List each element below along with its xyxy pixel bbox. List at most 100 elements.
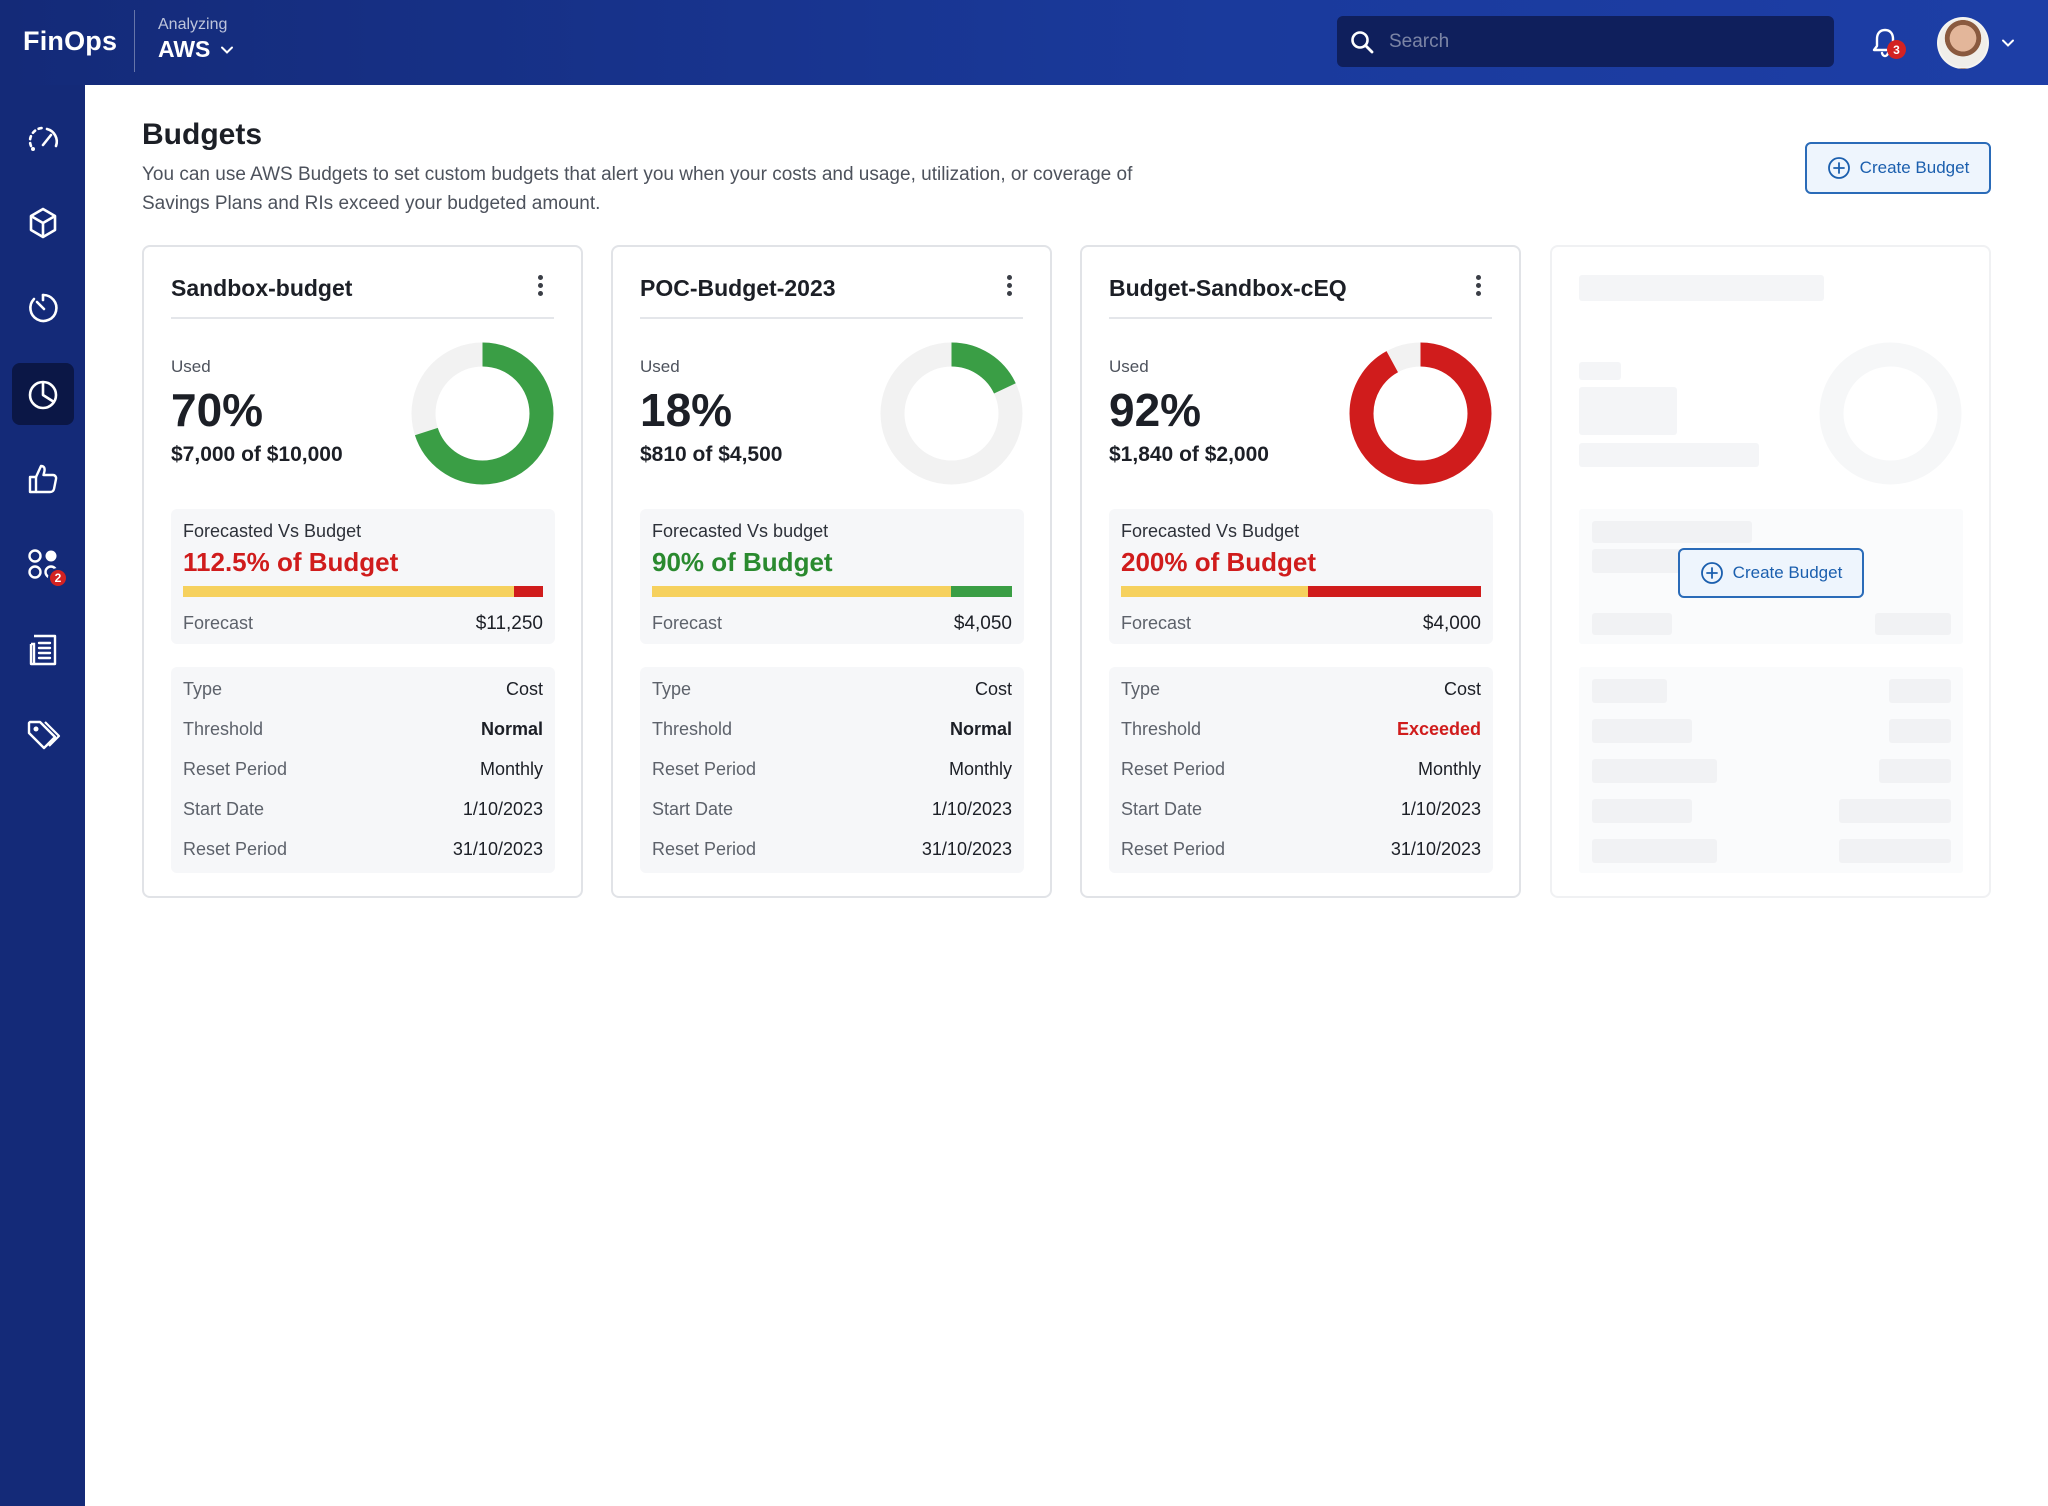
detail-value: Monthly xyxy=(948,759,1012,779)
placeholder-create-budget-label: Create Budget xyxy=(1732,563,1843,582)
forecast-bar-budget xyxy=(183,586,515,597)
search-box[interactable] xyxy=(1337,16,1834,67)
plus-circle-icon xyxy=(1827,157,1850,179)
kebab-menu-icon[interactable] xyxy=(1474,275,1482,301)
detail-value: Exceeded xyxy=(1396,719,1481,739)
forecast-panel: Forecasted Vs budget 90% of Budget Forec… xyxy=(640,509,1024,644)
detail-key: Type xyxy=(652,679,692,699)
detail-key: Reset Period xyxy=(652,839,757,859)
page-description: You can use AWS Budgets to set custom bu… xyxy=(142,164,1133,214)
detail-value: Normal xyxy=(480,719,543,739)
app-logo[interactable]: FinOps xyxy=(23,26,117,57)
budget-details: Type Cost Threshold Normal Reset Period … xyxy=(171,667,555,873)
forecast-bar xyxy=(183,586,543,597)
detail-value: 1/10/2023 xyxy=(1400,799,1481,819)
report-icon xyxy=(29,634,57,666)
detail-value: 31/10/2023 xyxy=(452,839,543,859)
forecast-bar xyxy=(1121,586,1481,597)
detail-key: Start Date xyxy=(1121,799,1203,819)
detail-row: Type Cost xyxy=(183,679,543,703)
card-header: Sandbox-budget xyxy=(171,275,554,319)
card-header: POC-Budget-2023 xyxy=(640,275,1023,319)
create-budget-button[interactable]: Create Budget xyxy=(1805,142,1991,194)
detail-row: Reset Period Monthly xyxy=(183,759,543,783)
detail-value: 31/10/2023 xyxy=(921,839,1012,859)
kebab-menu-icon[interactable] xyxy=(1005,275,1013,301)
used-label: Used xyxy=(171,357,211,376)
detail-row: Reset Period 31/10/2023 xyxy=(1121,839,1481,863)
sidebar-item-history[interactable] xyxy=(12,277,74,339)
forecast-panel: Forecasted Vs Budget 200% of Budget Fore… xyxy=(1109,509,1493,644)
used-amount: $7,000 of $10,000 xyxy=(171,443,343,466)
sidebar-item-tags[interactable] xyxy=(12,704,74,766)
detail-row: Start Date 1/10/2023 xyxy=(1121,799,1481,823)
detail-row: Type Cost xyxy=(1121,679,1481,703)
forecast-title: Forecasted Vs budget xyxy=(652,521,829,541)
detail-key: Threshold xyxy=(183,719,264,739)
cube-icon xyxy=(29,207,57,239)
budget-card[interactable]: Sandbox-budget Used 70% $7,000 of $10,00… xyxy=(142,245,583,898)
avatar[interactable] xyxy=(1937,17,1989,69)
detail-value: 1/10/2023 xyxy=(931,799,1012,819)
forecast-label: Forecast xyxy=(183,613,254,633)
detail-key: Type xyxy=(183,679,223,699)
donut-fill xyxy=(1349,342,1492,485)
provider-value: AWS xyxy=(158,36,211,62)
forecast-title: Forecasted Vs Budget xyxy=(183,521,362,541)
forecast-percent: 112.5% of Budget xyxy=(183,547,399,577)
placeholder-create-budget-button[interactable]: Create Budget xyxy=(1678,548,1864,598)
detail-key: Reset Period xyxy=(183,759,288,779)
notifications-button[interactable]: 3 xyxy=(1870,26,1906,60)
detail-value: Cost xyxy=(1443,679,1481,699)
detail-key: Threshold xyxy=(652,719,733,739)
budget-card[interactable]: Budget-Sandbox-cEQ Used 92% $1,840 of $2… xyxy=(1080,245,1521,898)
notifications-badge: 3 xyxy=(1887,40,1906,59)
provider-selector[interactable]: Analyzing AWS xyxy=(158,16,234,63)
page-title: Budgets xyxy=(142,118,262,151)
budget-name: Budget-Sandbox-cEQ xyxy=(1109,275,1347,301)
header-divider xyxy=(134,10,135,72)
chevron-down-icon xyxy=(221,46,234,54)
budget-name: POC-Budget-2023 xyxy=(640,275,836,301)
forecast-amount: $4,050 xyxy=(953,613,1012,634)
analyzing-label: Analyzing xyxy=(158,16,228,33)
detail-value: Monthly xyxy=(479,759,543,779)
forecast-title: Forecasted Vs Budget xyxy=(1121,521,1300,541)
detail-key: Reset Period xyxy=(1121,839,1226,859)
sidebar-item-recommendations[interactable] xyxy=(12,448,74,510)
detail-row: Reset Period Monthly xyxy=(652,759,1012,783)
forecast-percent: 200% of Budget xyxy=(1121,547,1317,577)
search-input[interactable] xyxy=(1389,30,1809,53)
top-bar: FinOps Analyzing AWS 3 xyxy=(0,0,2048,85)
budget-details: Type Cost Threshold Exceeded Reset Perio… xyxy=(1109,667,1493,873)
sidebar-item-dashboard[interactable] xyxy=(12,106,74,168)
sidebar: 2 xyxy=(0,85,85,1506)
used-amount: $810 of $4,500 xyxy=(640,443,783,466)
forecast-bar xyxy=(652,586,1012,597)
budget-card[interactable]: POC-Budget-2023 Used 18% $810 of $4,500 … xyxy=(611,245,1052,898)
detail-row: Reset Period 31/10/2023 xyxy=(652,839,1012,863)
plus-circle-icon xyxy=(1700,562,1723,584)
provider-dropdown[interactable]: AWS xyxy=(158,36,234,63)
sidebar-item-resources[interactable] xyxy=(12,192,74,254)
sidebar-item-budgets[interactable] xyxy=(12,363,74,425)
pie-chart-icon xyxy=(28,380,58,410)
timer-icon xyxy=(29,293,58,323)
search-icon xyxy=(1351,30,1374,53)
detail-key: Threshold xyxy=(1121,719,1202,739)
tags-icon xyxy=(27,720,61,750)
chevron-down-icon[interactable] xyxy=(2001,36,2015,50)
used-percent: 70% xyxy=(171,384,264,436)
detail-value: Cost xyxy=(974,679,1012,699)
detail-key: Start Date xyxy=(183,799,265,819)
sidebar-item-reports[interactable] xyxy=(12,619,74,681)
detail-row: Start Date 1/10/2023 xyxy=(183,799,543,823)
kebab-menu-icon[interactable] xyxy=(536,275,544,301)
create-budget-label: Create Budget xyxy=(1859,158,1970,177)
detail-row: Threshold Exceeded xyxy=(1121,719,1481,743)
thumbs-up-icon xyxy=(28,464,58,494)
detail-key: Start Date xyxy=(652,799,734,819)
sidebar-item-apps[interactable]: 2 xyxy=(12,533,74,595)
forecast-panel: Forecasted Vs Budget 112.5% of Budget Fo… xyxy=(171,509,555,644)
detail-key: Reset Period xyxy=(1121,759,1226,779)
